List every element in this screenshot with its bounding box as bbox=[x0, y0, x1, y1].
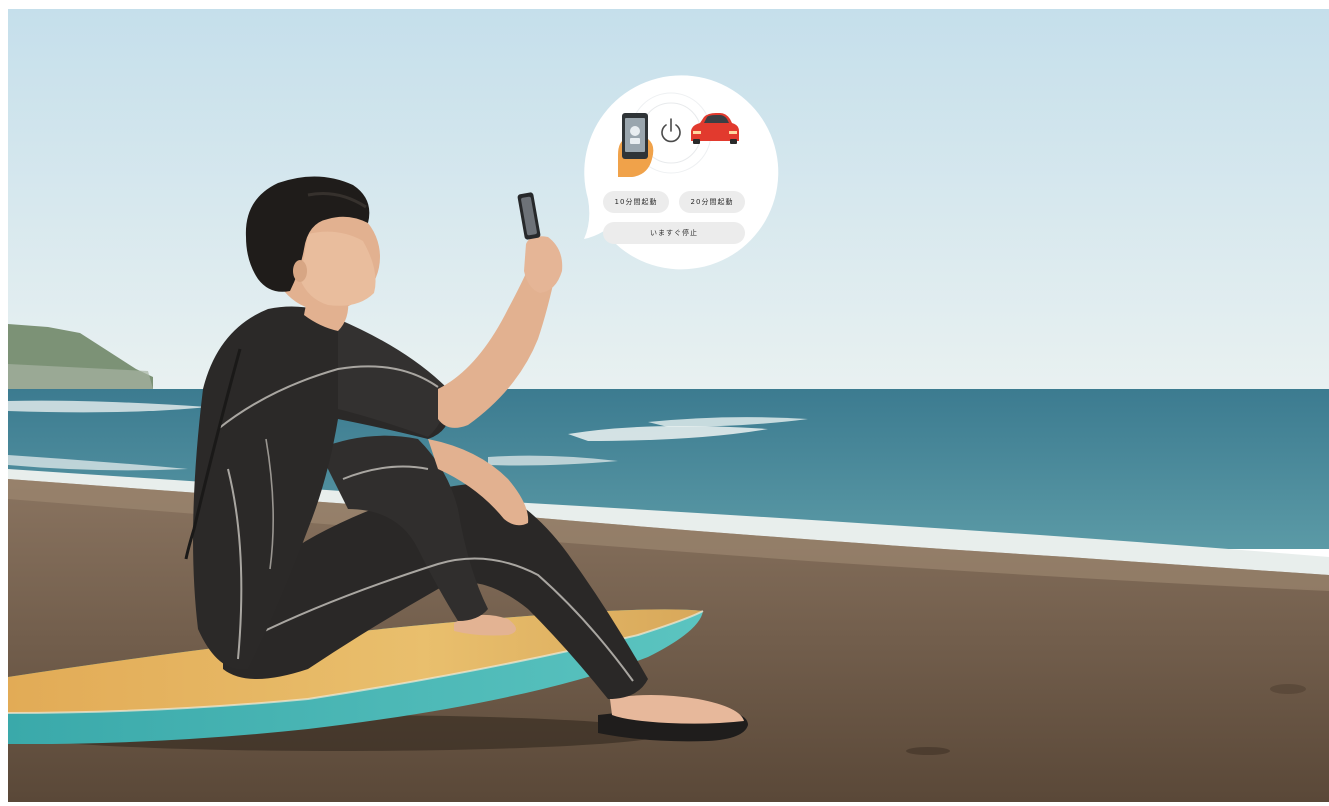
power-icon bbox=[661, 118, 681, 143]
remote-start-bubble: 10分間起動 20分間起動 いますぐ停止 bbox=[574, 75, 779, 275]
start-10min-button[interactable]: 10分間起動 bbox=[603, 191, 669, 213]
remote-start-icons bbox=[618, 113, 739, 177]
start-20min-button[interactable]: 20分間起動 bbox=[679, 191, 745, 213]
hero-visual: 10分間起動 20分間起動 いますぐ停止 bbox=[8, 9, 1329, 802]
stop-now-button[interactable]: いますぐ停止 bbox=[603, 222, 745, 244]
smartphone-hand-icon bbox=[618, 113, 654, 177]
car-icon bbox=[691, 113, 739, 144]
